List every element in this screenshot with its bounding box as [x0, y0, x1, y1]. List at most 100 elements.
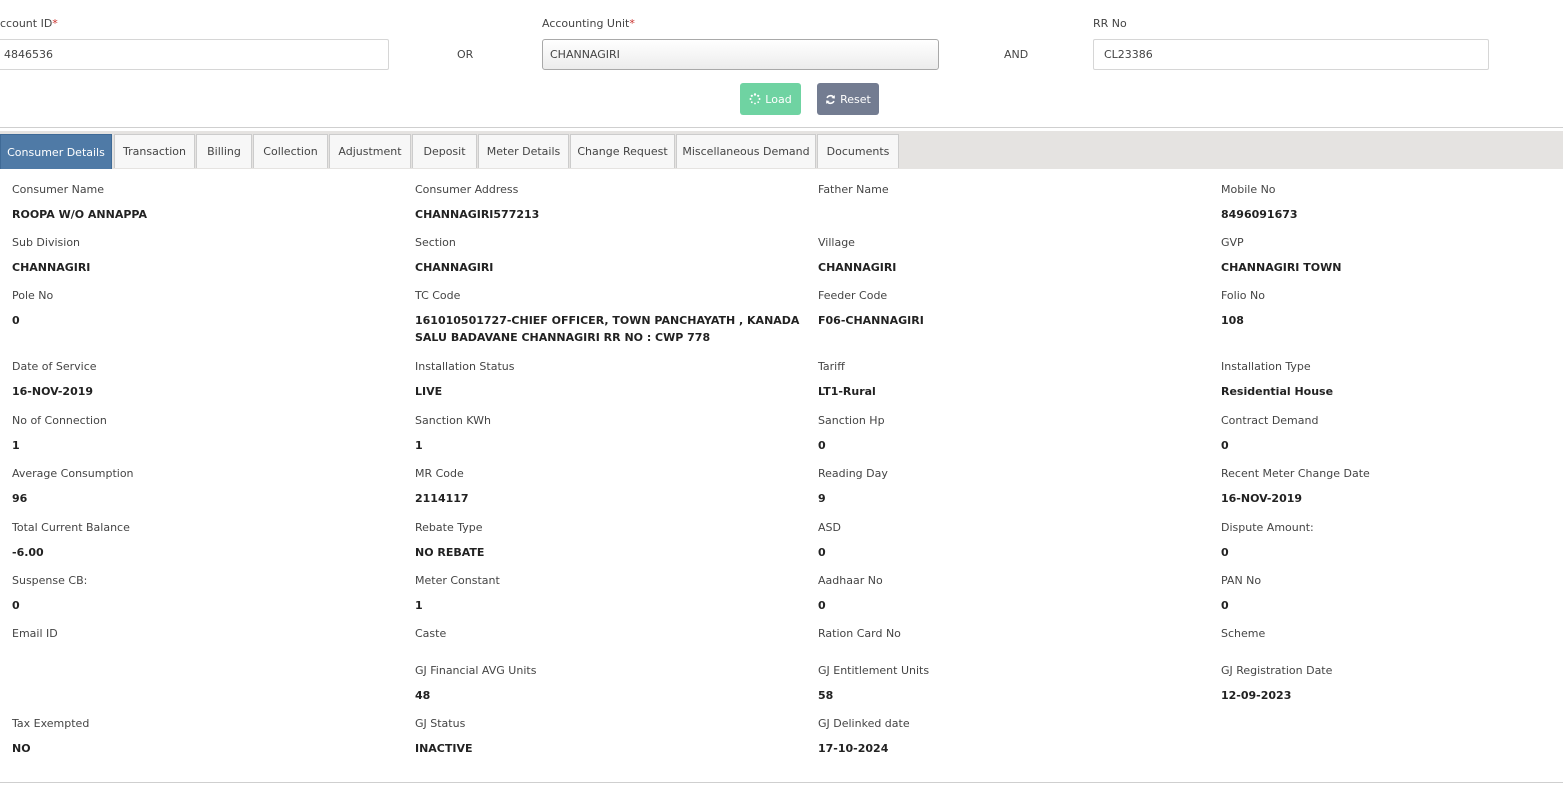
- reset-button-label: Reset: [840, 92, 871, 106]
- field-value: 58: [818, 689, 834, 702]
- field-village: Village CHANNAGIRI: [818, 236, 1213, 276]
- spinner-icon: [749, 93, 761, 105]
- field-gj-entitlement-units: GJ Entitlement Units 58: [818, 664, 1213, 704]
- accounting-unit-select[interactable]: CHANNAGIRI: [542, 39, 939, 70]
- field-value: 0: [818, 546, 826, 559]
- account-id-input[interactable]: [0, 39, 389, 70]
- field-label: TC Code: [415, 289, 461, 302]
- field-value: 16-NOV-2019: [12, 385, 94, 398]
- divider: [0, 782, 1563, 783]
- field-label: GVP: [1221, 236, 1244, 249]
- field-sub-division: Sub Division CHANNAGIRI: [12, 236, 407, 276]
- field-label: Tariff: [818, 360, 845, 373]
- field-value: 0: [1221, 599, 1229, 612]
- field-value: 0: [1221, 546, 1229, 559]
- tab-billing[interactable]: Billing: [196, 134, 252, 168]
- load-button-label: Load: [765, 92, 792, 106]
- field-label: ASD: [818, 521, 841, 534]
- field-value: F06-CHANNAGIRI: [818, 314, 924, 327]
- field-gj-delinked-date: GJ Delinked date 17-10-2024: [818, 717, 1213, 757]
- field-tax-exempted: Tax Exempted NO: [12, 717, 407, 757]
- field-value: CHANNAGIRI TOWN: [1221, 261, 1342, 274]
- required-mark: *: [629, 17, 635, 30]
- tab-transaction[interactable]: Transaction: [114, 134, 195, 168]
- field-value: 2114117: [415, 492, 469, 505]
- field-value: 0: [818, 599, 826, 612]
- field-value: NO REBATE: [415, 546, 485, 559]
- field-gvp: GVP CHANNAGIRI TOWN: [1221, 236, 1563, 276]
- reset-button[interactable]: Reset: [817, 83, 879, 115]
- field-value: CHANNAGIRI: [818, 261, 897, 274]
- rr-no-label: RR No: [1093, 17, 1127, 30]
- field-value: 0: [12, 599, 20, 612]
- field-tariff: Tariff LT1-Rural: [818, 360, 1213, 400]
- field-label: Consumer Address: [415, 183, 519, 196]
- field-mobile-no: Mobile No 8496091673: [1221, 183, 1563, 223]
- field-value: 8496091673: [1221, 208, 1298, 221]
- field-label: GJ Status: [415, 717, 466, 730]
- field-value: NO: [12, 742, 31, 755]
- field-gj-registration-date: GJ Registration Date 12-09-2023: [1221, 664, 1563, 704]
- field-value: LT1-Rural: [818, 385, 876, 398]
- field-label: Tax Exempted: [12, 717, 90, 730]
- field-label: Sub Division: [12, 236, 81, 249]
- required-mark: *: [52, 17, 58, 30]
- tab-deposit[interactable]: Deposit: [412, 134, 477, 168]
- field-label: MR Code: [415, 467, 464, 480]
- load-button[interactable]: Load: [740, 83, 801, 115]
- field-value: CHANNAGIRI: [415, 261, 494, 274]
- field-feeder-code: Feeder Code F06-CHANNAGIRI: [818, 289, 1213, 329]
- field-value: CHANNAGIRI577213: [415, 208, 540, 221]
- field-label: GJ Delinked date: [818, 717, 910, 730]
- field-label: GJ Registration Date: [1221, 664, 1333, 677]
- field-label: PAN No: [1221, 574, 1262, 587]
- field-mr-code: MR Code 2114117: [415, 467, 810, 507]
- field-no-of-connection: No of Connection 1: [12, 414, 407, 454]
- field-label: Suspense CB:: [12, 574, 88, 587]
- field-value: 1: [12, 439, 20, 452]
- field-dispute-amount: Dispute Amount: 0: [1221, 521, 1563, 561]
- field-label: GJ Entitlement Units: [818, 664, 930, 677]
- field-value: 17-10-2024: [818, 742, 889, 755]
- field-value: 108: [1221, 314, 1244, 327]
- field-value: -6.00: [12, 546, 44, 559]
- tab-collection[interactable]: Collection: [253, 134, 328, 168]
- field-value: INACTIVE: [415, 742, 473, 755]
- field-pole-no: Pole No 0: [12, 289, 407, 329]
- field-value: ROOPA W/O ANNAPPA: [12, 208, 147, 221]
- field-gj-financial-avg-units: GJ Financial AVG Units 48: [415, 664, 810, 704]
- field-value: Residential House: [1221, 385, 1334, 398]
- field-date-of-service: Date of Service 16-NOV-2019: [12, 360, 407, 400]
- field-folio-no: Folio No 108: [1221, 289, 1563, 329]
- tab-miscellaneous-demand[interactable]: Miscellaneous Demand: [676, 134, 816, 168]
- field-value: 0: [1221, 439, 1229, 452]
- field-value: 12-09-2023: [1221, 689, 1292, 702]
- field-label: Caste: [415, 627, 447, 640]
- field-gj-status: GJ Status INACTIVE: [415, 717, 810, 757]
- tab-adjustment[interactable]: Adjustment: [329, 134, 411, 168]
- field-label: Total Current Balance: [12, 521, 130, 534]
- tab-documents[interactable]: Documents: [817, 134, 899, 168]
- tab-meter-details[interactable]: Meter Details: [478, 134, 569, 168]
- field-average-consumption: Average Consumption 96: [12, 467, 407, 507]
- field-label: GJ Financial AVG Units: [415, 664, 537, 677]
- tab-change-request[interactable]: Change Request: [570, 134, 675, 168]
- field-reading-day: Reading Day 9: [818, 467, 1213, 507]
- field-asd: ASD 0: [818, 521, 1213, 561]
- field-label: Installation Status: [415, 360, 515, 373]
- rr-no-input[interactable]: [1093, 39, 1489, 70]
- field-label: Meter Constant: [415, 574, 500, 587]
- field-email-id: Email ID: [12, 627, 407, 650]
- search-form: ccount ID* OR Accounting Unit* CHANNAGIR…: [0, 0, 1563, 128]
- field-installation-type: Installation Type Residential House: [1221, 360, 1563, 400]
- field-meter-constant: Meter Constant 1: [415, 574, 810, 614]
- tab-consumer-details[interactable]: Consumer Details: [0, 134, 112, 169]
- field-label: Pole No: [12, 289, 54, 302]
- field-label: Recent Meter Change Date: [1221, 467, 1370, 480]
- field-value: LIVE: [415, 385, 443, 398]
- field-aadhaar-no: Aadhaar No 0: [818, 574, 1213, 614]
- field-label: Scheme: [1221, 627, 1266, 640]
- field-sanction-hp: Sanction Hp 0: [818, 414, 1213, 454]
- field-label: Reading Day: [818, 467, 888, 480]
- field-label: Date of Service: [12, 360, 97, 373]
